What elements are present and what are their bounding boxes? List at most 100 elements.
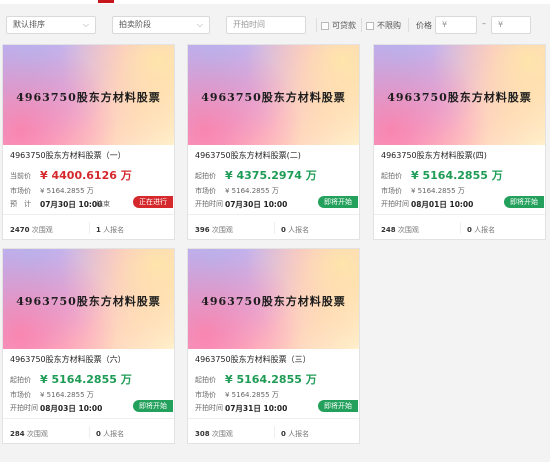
time-label: 开拍时间 [381,200,409,208]
card-banner-image[interactable]: 4963750股东方材料股票 [3,249,174,349]
price-min-input[interactable]: ¥ [435,16,477,34]
price-max-input[interactable]: ¥ [491,16,531,34]
time-label: 开拍时间 [10,404,38,412]
banner-text: 4963750股东方材料股票 [201,91,346,104]
card-footer: 396 次围观 0 人报名 [188,214,359,241]
auction-card[interactable]: 4963750股东方材料股票 4963750股东方材料股票(四) 起拍价 ¥ 5… [373,44,546,240]
starting-price: ¥ 5164.2855 万 [411,169,503,182]
status-badge: 正在进行 [133,196,173,208]
signup-count: 0 人报名 [96,430,125,438]
card-title[interactable]: 4963750股东方材料股票（六） [10,354,126,365]
views-count: 308 次围观 [195,430,233,438]
price-label: 起拍价 [195,172,216,180]
time-label: 开拍时间 [195,200,223,208]
signup-count: 0 人报名 [467,226,496,234]
card-title[interactable]: 4963750股东方材料股票（一） [10,150,126,161]
sort-select-value: 默认排序 [13,20,45,29]
divider [274,426,275,438]
signup-count: 0 人报名 [281,430,310,438]
status-badge: 即将开始 [318,196,358,208]
card-banner-image[interactable]: 4963750股东方材料股票 [188,249,359,349]
sort-select[interactable]: 默认排序 ⌵ [6,16,96,34]
card-title[interactable]: 4963750股东方材料股票(二) [195,150,301,161]
card-banner-image[interactable]: 4963750股东方材料股票 [3,45,174,145]
card-footer: 2470 次围观 1 人报名 [3,214,174,241]
auction-card[interactable]: 4963750股东方材料股票 4963750股东方材料股票（三） 起拍价 ¥ 5… [187,248,360,444]
starting-price: ¥ 5164.2855 万 [40,373,132,386]
market-price-value: ¥ 5164.2855 万 [225,187,279,195]
banner-text: 4963750股东方材料股票 [201,295,346,308]
divider [361,18,362,32]
checkbox-box[interactable] [321,21,329,30]
banner-text: 4963750股东方材料股票 [16,295,161,308]
time-row: 开拍时间 07月31日 10:00 [195,403,287,413]
price-filter-label: 价格 [416,21,432,30]
card-title[interactable]: 4963750股东方材料股票(四) [381,150,487,161]
time-row: 开拍时间 08月01日 10:00 [381,199,473,209]
chevron-down-icon: ⌵ [82,20,89,29]
checkbox-box[interactable] [366,21,374,30]
market-price-value: ¥ 5164.2855 万 [40,187,94,195]
loan-checkbox-label: 可贷款 [332,21,356,30]
active-nav-indicator [98,0,114,3]
starting-price: ¥ 5164.2855 万 [225,373,317,386]
time-value: 07月31日 10:00 [225,404,288,413]
market-price-row: 市场价 ¥ 5164.2855 万 [381,186,465,196]
auction-stage-select[interactable]: 拍卖阶段 ⌵ [112,16,210,34]
time-value: 08月01日 10:00 [411,200,474,209]
signup-count: 1 人报名 [96,226,125,234]
no-limit-checkbox[interactable]: 不限购 [366,20,401,31]
time-value: 07月30日 10:00 [225,200,288,209]
status-badge: 即将开始 [318,400,358,412]
divider [408,18,409,32]
no-limit-checkbox-label: 不限购 [377,21,401,30]
market-price-row: 市场价 ¥ 5164.2855 万 [10,390,94,400]
card-banner-image[interactable]: 4963750股东方材料股票 [374,45,545,145]
auction-card[interactable]: 4963750股东方材料股票 4963750股东方材料股票(二) 起拍价 ¥ 4… [187,44,360,240]
price-label: 起拍价 [10,376,31,384]
auction-card[interactable]: 4963750股东方材料股票 4963750股东方材料股票（六） 起拍价 ¥ 5… [2,248,175,444]
market-price-row: 市场价 ¥ 5164.2855 万 [195,186,279,196]
current-price: ¥ 4400.6126 万 [40,169,132,182]
views-count: 284 次围观 [10,430,48,438]
loan-checkbox[interactable]: 可贷款 [321,20,356,31]
views-count: 248 次围观 [381,226,419,234]
time-row: 开拍时间 08月03日 10:00 [10,403,102,413]
time-row: 开拍时间 07月30日 10:00 [195,199,287,209]
card-footer: 248 次围观 0 人报名 [374,214,545,241]
market-price-label: 市场价 [381,187,402,195]
divider [316,18,317,32]
price-range-dash: – [482,19,486,28]
divider [460,222,461,234]
time-suffix: 结束 [96,200,110,208]
signup-count: 0 人报名 [281,226,310,234]
chevron-down-icon: ⌵ [196,20,203,29]
price-label: 起拍价 [195,376,216,384]
card-banner-image[interactable]: 4963750股东方材料股票 [188,45,359,145]
market-price-value: ¥ 5164.2855 万 [225,391,279,399]
divider [274,222,275,234]
status-badge: 即将开始 [504,196,544,208]
filter-bar: 默认排序 ⌵ 拍卖阶段 ⌵ 开拍时间 可贷款 不限购 价格 ¥ – ¥ [0,8,550,42]
card-title[interactable]: 4963750股东方材料股票（三） [195,354,311,365]
market-price-row: 市场价 ¥ 5164.2855 万 [195,390,279,400]
auction-card[interactable]: 4963750股东方材料股票 4963750股东方材料股票（一） 当前价 ¥ 4… [2,44,175,240]
card-footer: 284 次围观 0 人报名 [3,418,174,445]
time-label: 预 计 [10,200,31,208]
time-value: 07月30日 10:00 [40,200,103,209]
time-label: 开拍时间 [195,404,223,412]
views-count: 2470 次围观 [10,226,53,234]
divider [89,222,90,234]
time-value: 08月03日 10:00 [40,404,103,413]
price-label: 当前价 [10,172,31,180]
banner-text: 4963750股东方材料股票 [16,91,161,104]
time-row: 预 计 07月30日 10:00 结束 [10,199,110,209]
banner-text: 4963750股东方材料股票 [387,91,532,104]
status-badge: 即将开始 [133,400,173,412]
views-count: 396 次围观 [195,226,233,234]
market-price-label: 市场价 [195,391,216,399]
market-price-row: 市场价 ¥ 5164.2855 万 [10,186,94,196]
market-price-label: 市场价 [10,187,31,195]
start-time-input[interactable]: 开拍时间 [226,16,306,34]
price-label: 起拍价 [381,172,402,180]
